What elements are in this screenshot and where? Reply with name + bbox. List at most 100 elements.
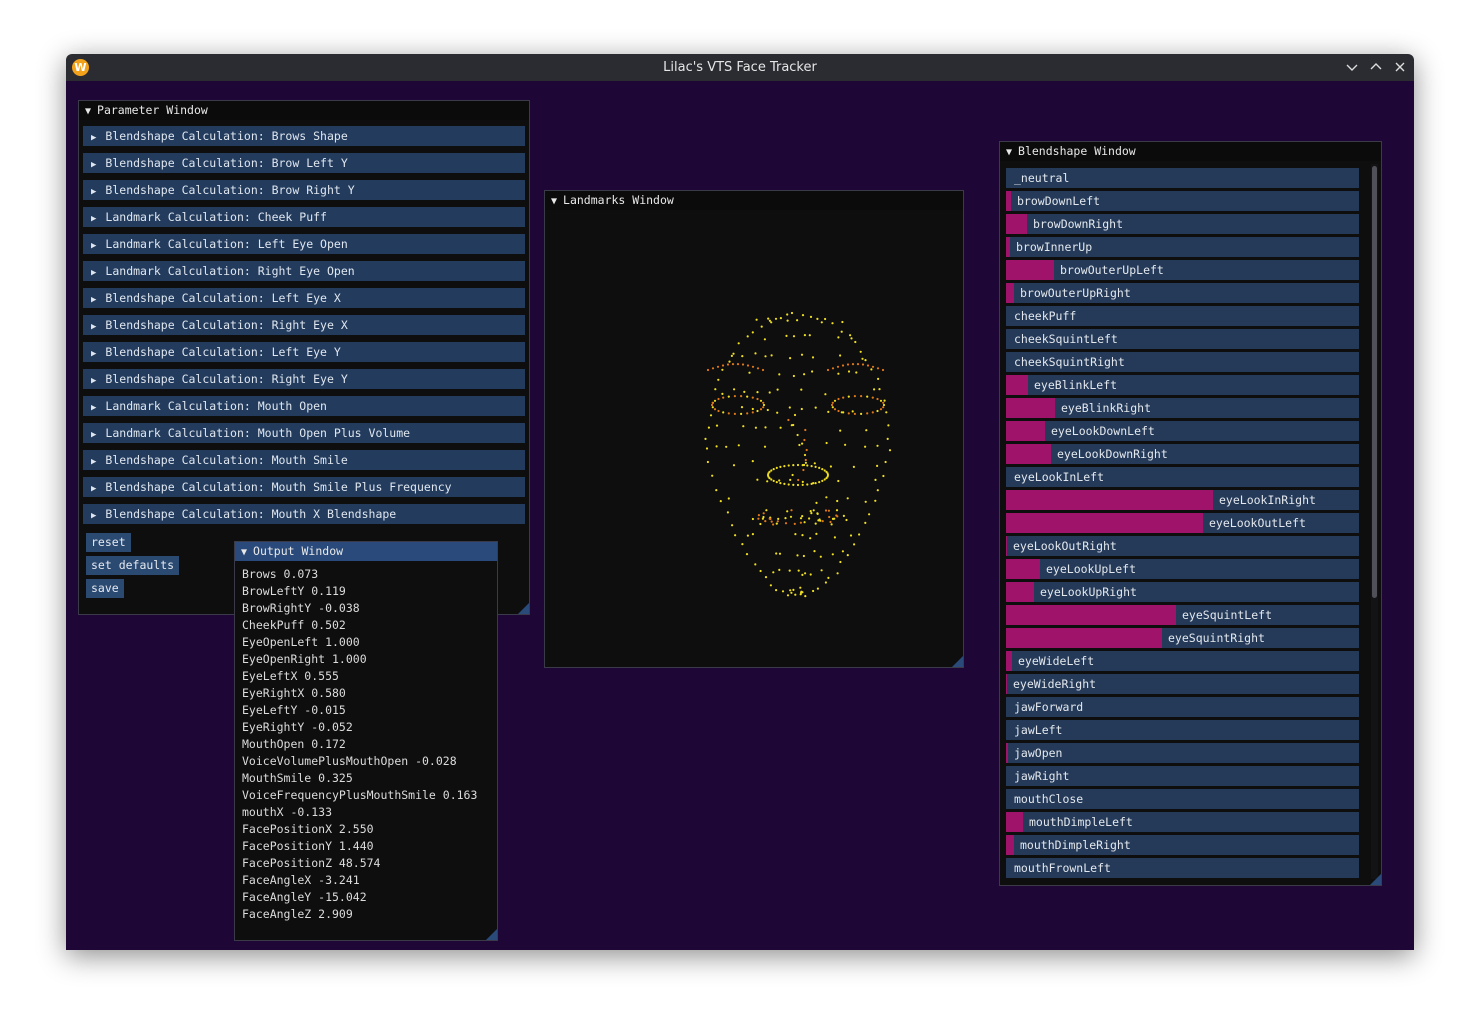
landmark-point <box>820 569 823 572</box>
collapsing-header[interactable]: ▶ Blendshape Calculation: Left Eye Y <box>83 342 525 362</box>
landmark-point <box>751 407 754 411</box>
landmark-point <box>801 442 804 445</box>
blendshape-label: jawLeft <box>1014 723 1063 737</box>
landmark-point <box>804 458 807 462</box>
parameter-window: ▼ Parameter Window ▶ Blendshape Calculatio… <box>78 100 530 615</box>
output-value-line: EyeOpenLeft 1.000 <box>242 635 360 649</box>
output-value-line: VoiceVolumePlusMouthOpen -0.028 <box>242 754 457 768</box>
collapsing-header[interactable]: ▶ Blendshape Calculation: Brow Right Y <box>83 180 525 200</box>
maximize-button[interactable] <box>1366 57 1386 77</box>
landmark-point <box>746 335 749 338</box>
blendshape-bar-fill <box>1006 421 1045 441</box>
landmark-point <box>882 406 885 409</box>
collapsing-header[interactable]: ▶ Blendshape Calculation: Mouth Smile Plu… <box>83 477 525 497</box>
collapse-triangle-icon[interactable]: ▼ <box>1006 143 1012 162</box>
landmark-point <box>710 403 714 407</box>
landmark-point <box>778 552 782 555</box>
collapsing-header[interactable]: ▶ Landmark Calculation: Mouth Open <box>83 396 525 416</box>
expand-triangle-icon: ▶ <box>91 349 97 359</box>
collapsing-header[interactable]: ▶ Blendshape Calculation: Brow Left Y <box>83 153 525 173</box>
collapsing-header[interactable]: ▶ Blendshape Calculation: Right Eye Y <box>83 369 525 389</box>
blendshape-label: browOuterUpLeft <box>1060 263 1164 277</box>
expand-triangle-icon: ▶ <box>91 160 97 170</box>
blendshape-progress-bar: jawLeft <box>1006 720 1359 740</box>
landmark-point <box>737 444 740 447</box>
collapse-triangle-icon[interactable]: ▼ <box>551 192 557 211</box>
landmark-point <box>761 368 765 372</box>
landmark-point <box>707 426 710 429</box>
landmark-point <box>818 481 821 484</box>
collapsing-header[interactable]: ▶ Landmark Calculation: Mouth Open Plus V… <box>83 423 525 443</box>
landmark-point <box>789 357 792 360</box>
landmark-point <box>762 406 765 409</box>
header-label: Blendshape Calculation: Brow Left Y <box>105 156 348 170</box>
collapsing-header[interactable]: ▶ Blendshape Calculation: Right Eye X <box>83 315 525 335</box>
landmark-point <box>815 501 818 504</box>
landmark-point <box>764 426 767 429</box>
header-label: Blendshape Calculation: Brows Shape <box>105 129 348 143</box>
output-value-line: EyeRightX 0.580 <box>242 686 346 700</box>
blendshape-label: browDownLeft <box>1017 194 1101 208</box>
landmark-point <box>759 408 763 411</box>
output-value-line: FaceAngleZ 2.909 <box>242 907 353 921</box>
save-button[interactable]: save <box>86 579 124 598</box>
landmark-point <box>842 396 845 399</box>
landmark-point <box>803 438 806 442</box>
landmark-point <box>759 569 762 573</box>
landmark-point <box>792 483 795 486</box>
scrollbar-thumb[interactable] <box>1372 166 1377 598</box>
landmark-point <box>858 533 861 536</box>
blendshape-label: jawOpen <box>1014 746 1063 760</box>
output-value-line: EyeLeftX 0.555 <box>242 669 339 683</box>
blendshape-progress-bar: mouthDimpleRight <box>1006 835 1359 855</box>
landmark-point <box>711 367 715 370</box>
minimize-button[interactable] <box>1342 57 1362 77</box>
landmark-point <box>864 500 867 503</box>
resize-grip[interactable] <box>1370 874 1381 885</box>
output-window-titlebar[interactable]: ▼ Output Window <box>235 542 497 561</box>
collapsing-header[interactable]: ▶ Blendshape Calculation: Left Eye X <box>83 288 525 308</box>
landmark-point <box>876 397 879 401</box>
landmark-point <box>879 408 883 411</box>
landmark-point <box>788 406 791 409</box>
landmarks-window-titlebar[interactable]: ▼ Landmarks Window <box>545 191 963 210</box>
close-button[interactable] <box>1390 57 1410 77</box>
collapse-triangle-icon[interactable]: ▼ <box>241 543 247 562</box>
landmark-point <box>757 517 760 520</box>
resize-grip[interactable] <box>518 603 529 614</box>
blendshape-label: eyeLookUpLeft <box>1046 562 1137 576</box>
landmark-point <box>817 519 820 522</box>
blendshape-bar-fill <box>1006 674 1007 694</box>
landmark-point <box>775 589 778 592</box>
landmark-point <box>762 401 765 404</box>
collapsing-header[interactable]: ▶ Blendshape Calculation: Brows Shape <box>83 126 525 146</box>
landmark-point <box>713 408 717 411</box>
landmark-point <box>704 437 707 440</box>
reset-button[interactable]: reset <box>86 533 131 552</box>
header-label: Blendshape Calculation: Left Eye X <box>105 291 341 305</box>
resize-grip[interactable] <box>486 929 497 940</box>
blendshape-label: eyeLookInLeft <box>1014 470 1105 484</box>
landmark-point <box>731 524 734 527</box>
collapse-triangle-icon[interactable]: ▼ <box>85 102 91 121</box>
title-bar[interactable]: W Lilac's VTS Face Tracker <box>66 54 1414 81</box>
collapsing-header[interactable]: ▶ Blendshape Calculation: Mouth Smile <box>83 450 525 470</box>
parameter-window-titlebar[interactable]: ▼ Parameter Window <box>79 101 529 120</box>
set-defaults-button[interactable]: set defaults <box>86 556 180 575</box>
landmark-point <box>759 522 762 526</box>
collapsing-header[interactable]: ▶ Blendshape Calculation: Mouth X Blendsh… <box>83 504 525 524</box>
landmark-point <box>796 463 800 467</box>
landmark-point <box>786 319 789 322</box>
expand-triangle-icon: ▶ <box>91 511 97 521</box>
parameter-window-title: Parameter Window <box>97 103 208 117</box>
collapsing-header[interactable]: ▶ Landmark Calculation: Cheek Puff <box>83 207 525 227</box>
landmark-point <box>706 368 710 372</box>
blendshape-window-titlebar[interactable]: ▼ Blendshape Window <box>1000 142 1381 161</box>
landmark-point <box>831 553 834 556</box>
blendshape-label: cheekPuff <box>1014 309 1077 323</box>
landmark-point <box>810 512 813 515</box>
blendshape-label: cheekSquintLeft <box>1014 332 1118 346</box>
collapsing-header[interactable]: ▶ Landmark Calculation: Left Eye Open <box>83 234 525 254</box>
collapsing-header[interactable]: ▶ Landmark Calculation: Right Eye Open <box>83 261 525 281</box>
resize-grip[interactable] <box>952 656 963 667</box>
